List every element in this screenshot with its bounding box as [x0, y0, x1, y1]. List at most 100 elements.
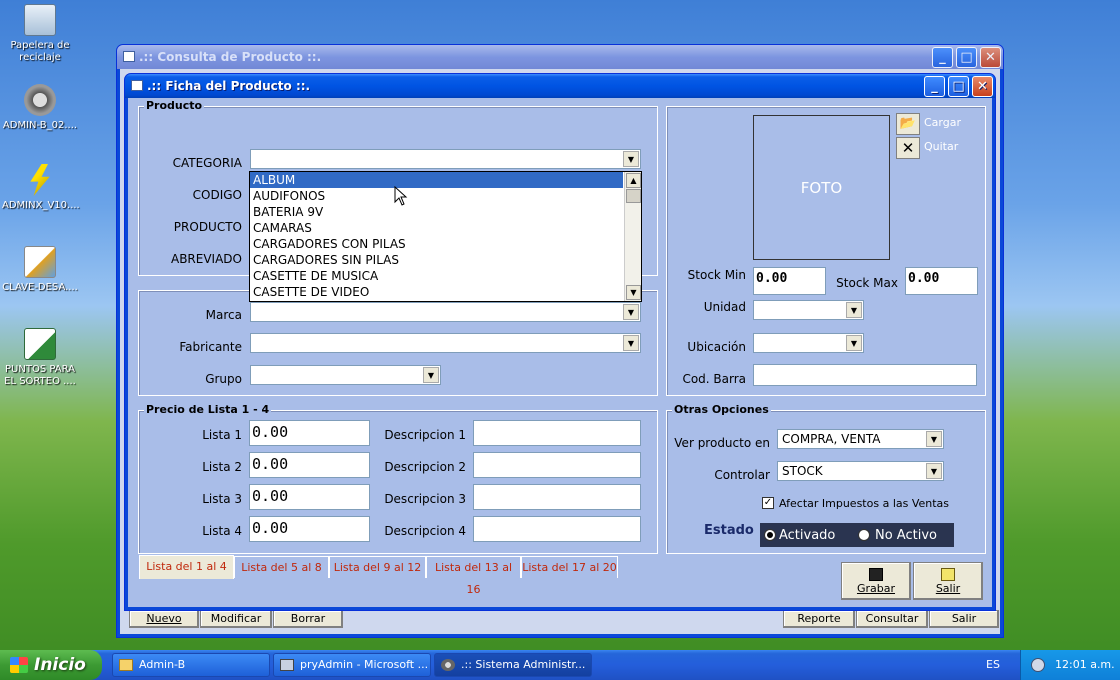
chevron-down-icon[interactable]: ▼: [623, 151, 639, 167]
descripcion-3-input[interactable]: [473, 484, 641, 510]
chevron-down-icon[interactable]: ▼: [423, 367, 439, 383]
activado-radio[interactable]: [764, 529, 776, 541]
marca-combo[interactable]: ▼: [250, 302, 641, 322]
no-activo-radio[interactable]: [858, 529, 870, 541]
lista-4-input[interactable]: 0.00: [249, 516, 370, 542]
chevron-down-icon[interactable]: ▼: [846, 335, 862, 351]
list-item[interactable]: AUDIFONOS: [250, 188, 641, 204]
list-item[interactable]: CARGADORES SIN PILAS: [250, 252, 641, 268]
categoria-combo[interactable]: ▼: [250, 149, 641, 169]
unidad-label: Unidad: [703, 300, 746, 314]
grupo-label: Grupo: [205, 372, 242, 386]
tab-lista-1-4[interactable]: Lista del 1 al 4: [139, 555, 234, 579]
scroll-thumb[interactable]: [626, 189, 641, 203]
maximize-button[interactable]: □: [956, 47, 977, 68]
grupo-combo[interactable]: ▼: [250, 365, 441, 385]
lista-3-input[interactable]: 0.00: [249, 484, 370, 510]
list-item[interactable]: ALBUM: [250, 172, 623, 188]
tab-lista-17-20[interactable]: Lista del 17 al 20: [521, 556, 618, 578]
descripcion-4-input[interactable]: [473, 516, 641, 542]
document-icon: [24, 246, 56, 278]
taskbar-item-sistema[interactable]: .:: Sistema Administr...: [434, 653, 592, 677]
salir-button[interactable]: Salir: [913, 562, 983, 600]
grabar-button[interactable]: Grabar: [841, 562, 911, 600]
fabricante-label: Fabricante: [179, 340, 242, 354]
descripcion-2-label: Descripcion 2: [384, 460, 466, 474]
stock-max-input[interactable]: 0.00: [905, 267, 978, 295]
unidad-combo[interactable]: ▼: [753, 300, 864, 320]
tab-lista-5-8[interactable]: Lista del 5 al 8: [234, 556, 329, 578]
desktop-icon-label: ADMINX_V10....: [2, 200, 80, 211]
chevron-down-icon[interactable]: ▼: [623, 335, 639, 351]
ver-producto-combo[interactable]: COMPRA, VENTA ▼: [777, 429, 944, 449]
controlar-label: Controlar: [714, 468, 770, 482]
activado-label[interactable]: Activado: [779, 528, 835, 543]
quitar-label[interactable]: Quitar: [924, 140, 958, 153]
desktop-icon-label: Papelera de reciclaje: [10, 40, 70, 63]
desktop-icon-clave-desa[interactable]: CLAVE-DESA....: [2, 246, 78, 294]
salir-outer-button[interactable]: Salir: [929, 610, 999, 628]
chevron-down-icon[interactable]: ▼: [846, 302, 862, 318]
dropdown-scrollbar[interactable]: ▲ ▼: [624, 172, 641, 301]
controlar-combo[interactable]: STOCK ▼: [777, 461, 944, 481]
no-activo-label[interactable]: No Activo: [875, 528, 937, 543]
descripcion-2-input[interactable]: [473, 452, 641, 478]
tab-lista-9-12[interactable]: Lista del 9 al 12: [329, 556, 426, 578]
foto-placeholder: FOTO: [800, 179, 843, 197]
minimize-button[interactable]: _: [924, 76, 945, 97]
window-system-icon[interactable]: [131, 80, 143, 91]
borrar-button[interactable]: Borrar: [273, 610, 343, 628]
start-button[interactable]: Inicio: [0, 650, 102, 680]
cargar-button[interactable]: 📂: [896, 113, 920, 135]
close-button[interactable]: ✕: [980, 47, 1001, 68]
scroll-up-icon[interactable]: ▲: [626, 173, 641, 188]
list-item[interactable]: CARGADORES CON PILAS: [250, 236, 641, 252]
window-system-icon[interactable]: [123, 51, 135, 62]
desktop-icon-recycle-bin[interactable]: Papelera de reciclaje: [2, 4, 78, 64]
reporte-button[interactable]: Reporte: [783, 610, 855, 628]
list-item[interactable]: CAMARAS: [250, 220, 641, 236]
afectar-impuestos-checkbox[interactable]: ✓: [762, 497, 774, 509]
quitar-button[interactable]: ✕: [896, 137, 920, 159]
taskbar-item-admin-b[interactable]: Admin-B: [112, 653, 270, 677]
tab-lista-13-16[interactable]: Lista del 13 al 16: [426, 556, 521, 596]
list-item[interactable]: CASETTE DE VIDEO: [250, 284, 641, 300]
close-button[interactable]: ✕: [972, 76, 993, 97]
inner-window-titlebar[interactable]: .:: Ficha del Producto ::. _ □ ✕: [125, 74, 995, 98]
stock-min-input[interactable]: 0.00: [753, 267, 826, 295]
list-item[interactable]: BATERIA 9V: [250, 204, 641, 220]
nuevo-button[interactable]: Nuevo: [129, 610, 199, 628]
cod-barra-input[interactable]: [753, 364, 977, 386]
minimize-button[interactable]: _: [932, 47, 953, 68]
modificar-button[interactable]: Modificar: [200, 610, 272, 628]
desktop-icon-admin-b[interactable]: ADMIN-B_02....: [2, 84, 78, 132]
scroll-down-icon[interactable]: ▼: [626, 285, 641, 300]
cargar-label[interactable]: Cargar: [924, 116, 961, 129]
maximize-button[interactable]: □: [948, 76, 969, 97]
excel-icon: [24, 328, 56, 360]
list-item[interactable]: CASETTE DE MUSICA: [250, 268, 641, 284]
gears-icon: [24, 84, 56, 116]
lista-2-input[interactable]: 0.00: [249, 452, 370, 478]
taskbar-item-pryadmin[interactable]: pryAdmin - Microsoft ...: [273, 653, 431, 677]
ubicacion-label: Ubicación: [687, 340, 746, 354]
lista-1-input[interactable]: 0.00: [249, 420, 370, 446]
consultar-button[interactable]: Consultar: [856, 610, 928, 628]
afectar-impuestos-label[interactable]: Afectar Impuestos a las Ventas: [779, 497, 949, 510]
chevron-down-icon[interactable]: ▼: [926, 463, 942, 479]
descripcion-1-input[interactable]: [473, 420, 641, 446]
chevron-down-icon[interactable]: ▼: [623, 304, 639, 320]
chevron-down-icon[interactable]: ▼: [926, 431, 942, 447]
categoria-dropdown-list[interactable]: ALBUM AUDIFONOS BATERIA 9V CAMARAS CARGA…: [249, 171, 642, 302]
ubicacion-combo[interactable]: ▼: [753, 333, 864, 353]
clock[interactable]: 12:01 a.m.: [1055, 658, 1115, 671]
desktop-icon-adminx[interactable]: ADMINX_V10....: [2, 164, 80, 212]
language-indicator[interactable]: ES: [986, 650, 1000, 680]
desktop-icon-puntos[interactable]: PUNTOS PARA EL SORTEO ....: [2, 328, 78, 388]
lista-1-label: Lista 1: [202, 428, 242, 442]
tray-icon[interactable]: [1031, 658, 1045, 672]
fabricante-combo[interactable]: ▼: [250, 333, 641, 353]
outer-window-titlebar[interactable]: .:: Consulta de Producto ::. _ □ ✕: [117, 45, 1003, 69]
lista-2-label: Lista 2: [202, 460, 242, 474]
floppy-disk-icon: [869, 568, 883, 581]
